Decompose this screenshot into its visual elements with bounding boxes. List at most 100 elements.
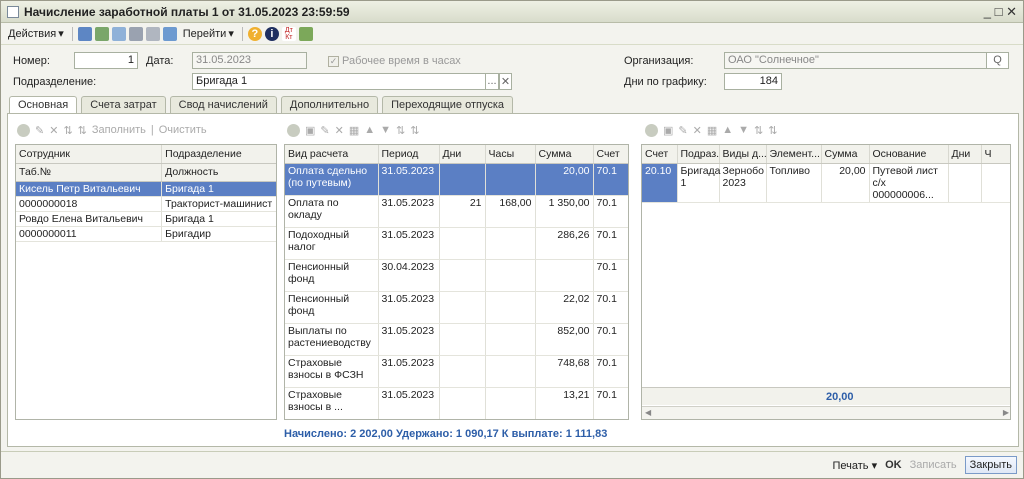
sort-desc-icon[interactable]: ⇅ xyxy=(768,124,777,137)
window-controls[interactable]: _ □ ✕ xyxy=(984,4,1017,20)
delete-icon[interactable]: ✕ xyxy=(49,124,58,137)
cell-calc-type: Страховые взносы в ... xyxy=(285,387,379,419)
dept-clear-button[interactable]: ✕ xyxy=(499,73,512,90)
cell-hours: 168,00 xyxy=(485,195,536,228)
number-field[interactable]: 1 xyxy=(74,52,138,69)
ok-button[interactable]: OK xyxy=(885,459,902,471)
costs-grid[interactable]: Счет Подраз... Виды д... Элемент... Сумм… xyxy=(641,144,1011,420)
col-hours[interactable]: Часы xyxy=(485,145,536,164)
save-icon[interactable] xyxy=(77,26,92,41)
table-row[interactable]: Пенсионный фонд 31.05.2023 22,02 70.1 xyxy=(285,291,628,324)
col-account[interactable]: Счет xyxy=(593,145,628,164)
unpost-icon[interactable] xyxy=(145,26,160,41)
edit-icon[interactable]: ✎ xyxy=(320,124,329,137)
move-up-icon[interactable]: ▲ xyxy=(722,124,733,136)
edit-icon[interactable]: ✎ xyxy=(35,124,44,137)
refresh-icon[interactable] xyxy=(111,26,126,41)
goto-menu[interactable]: Перейти ▾ xyxy=(180,27,237,41)
employees-grid[interactable]: Сотрудник Подразделение Таб.№ Должность Ки… xyxy=(15,144,277,420)
add-icon[interactable] xyxy=(287,123,300,137)
table-row[interactable]: Подоходный налог 31.05.2023 286,26 70.1 xyxy=(285,227,628,260)
sort-desc-icon[interactable]: ⇅ xyxy=(410,124,419,137)
days-field[interactable]: 184 xyxy=(724,73,782,90)
info-icon[interactable]: i xyxy=(264,26,279,41)
hours-checkbox[interactable]: ✓ Рабочее время в часах xyxy=(328,55,461,67)
delete-icon[interactable]: ✕ xyxy=(693,124,702,137)
col-days[interactable]: Дни xyxy=(948,145,982,164)
col-activity[interactable]: Виды д... xyxy=(719,145,767,164)
table-row[interactable]: Оплата сдельно (по путевым) 31.05.2023 20,… xyxy=(285,163,628,196)
add-icon[interactable] xyxy=(17,123,30,137)
post-row-icon[interactable]: ▦ xyxy=(707,124,717,137)
calc-grid[interactable]: Вид расчета Период Дни Часы Сумма Счет О… xyxy=(284,144,629,420)
col-period[interactable]: Период xyxy=(378,145,440,164)
delete-icon[interactable]: ✕ xyxy=(335,124,344,137)
table-row[interactable]: Страховые взносы в ФСЗН 31.05.2023 748,68 7… xyxy=(285,355,628,388)
sort-asc-icon[interactable]: ⇅ xyxy=(396,124,405,137)
tab-main[interactable]: Основная xyxy=(9,96,78,114)
tab-cost-accounts[interactable]: Счета затрат xyxy=(81,96,166,113)
help-icon[interactable]: ? xyxy=(247,26,262,41)
table-row[interactable]: Страховые взносы в ... 31.05.2023 13,21 70.… xyxy=(285,387,628,419)
col-hours[interactable]: Ч xyxy=(981,145,1010,164)
dt-kt-icon[interactable]: Дт Кт xyxy=(281,26,296,41)
table-row[interactable]: 0000000011 Бригадир xyxy=(16,226,276,242)
col-employee[interactable]: Сотрудник xyxy=(16,145,163,164)
col-calc-type[interactable]: Вид расчета xyxy=(285,145,379,164)
fill-button[interactable]: Заполнить xyxy=(92,124,146,136)
col-department[interactable]: Подразделение xyxy=(161,145,276,164)
dept-field[interactable]: Бригада 1 xyxy=(192,73,512,90)
add-icon[interactable] xyxy=(645,123,658,137)
cell-subdivision: Бригада 1 xyxy=(677,163,721,203)
tab-additional[interactable]: Дополнительно xyxy=(280,96,379,113)
report-icon[interactable] xyxy=(298,26,313,41)
cell-hours xyxy=(981,163,1010,203)
close-button[interactable]: Закрыть xyxy=(964,456,1017,474)
table-row[interactable]: Кисель Петр Витальевич Бригада 1 xyxy=(16,181,276,197)
print-menu[interactable]: Печать ▾ xyxy=(832,459,877,472)
date-field[interactable]: 31.05.2023 xyxy=(192,52,307,69)
move-down-icon[interactable]: ▼ xyxy=(738,124,749,136)
col-subdivision[interactable]: Подраз... xyxy=(677,145,720,164)
move-up-icon[interactable]: ▲ xyxy=(364,124,375,136)
org-field[interactable]: ОАО "Солнечное" xyxy=(724,52,1009,69)
table-row[interactable]: Оплата по окладу 31.05.2023 21 168,00 1 350,… xyxy=(285,195,628,228)
col-amount[interactable]: Сумма xyxy=(821,145,870,164)
save-button[interactable]: Записать xyxy=(910,459,957,471)
col-position[interactable]: Должность xyxy=(161,163,276,182)
edit-icon[interactable]: ✎ xyxy=(678,124,687,137)
scroll-left-icon[interactable]: ◀ xyxy=(645,408,651,417)
col-days[interactable]: Дни xyxy=(439,145,486,164)
post-row-icon[interactable]: ▦ xyxy=(349,124,359,137)
copy-icon[interactable] xyxy=(94,26,109,41)
tab-carryover-vacations[interactable]: Переходящие отпуска xyxy=(382,96,513,113)
table-row[interactable]: 20.10 Бригада 1 Зернобо 2023 Топливо 20,… xyxy=(642,163,1010,203)
org-search-button[interactable]: Q xyxy=(986,52,1009,69)
table-row[interactable]: Пенсионный фонд 30.04.2023 70.1 xyxy=(285,259,628,292)
post-icon[interactable] xyxy=(128,26,143,41)
copy-row-icon[interactable]: ▣ xyxy=(305,124,315,137)
copy-row-icon[interactable]: ▣ xyxy=(663,124,673,137)
table-row[interactable]: 0000000018 Тракторист-машинист xyxy=(16,196,276,212)
scroll-right-icon[interactable]: ▶ xyxy=(1003,408,1009,417)
clear-button[interactable]: Очистить xyxy=(159,124,207,136)
col-basis[interactable]: Основание xyxy=(869,145,949,164)
col-element[interactable]: Элемент... xyxy=(766,145,822,164)
cell-calc-type: Оплата по окладу xyxy=(285,195,379,228)
tab-accruals-summary[interactable]: Свод начислений xyxy=(169,96,277,113)
col-account[interactable]: Счет xyxy=(642,145,678,164)
horizontal-scrollbar[interactable]: ◀ ▶ xyxy=(642,406,1010,419)
actions-menu[interactable]: Действия ▾ xyxy=(5,27,67,41)
col-amount[interactable]: Сумма xyxy=(535,145,594,164)
toolbar: Действия ▾ Перейти ▾ ? i Дт Кт xyxy=(1,23,1023,45)
table-row[interactable]: Выплаты по растениеводству 31.05.2023 852,… xyxy=(285,323,628,356)
based-on-icon[interactable] xyxy=(162,26,177,41)
move-down-icon[interactable]: ▼ xyxy=(380,124,391,136)
col-tab-number[interactable]: Таб.№ xyxy=(16,163,163,182)
table-row[interactable]: Ровдо Елена Витальевич Бригада 1 xyxy=(16,211,276,227)
toolbar-divider: | xyxy=(150,124,154,136)
sort-asc-icon[interactable]: ⇅ xyxy=(63,124,72,137)
dept-select-button[interactable]: ... xyxy=(485,73,499,90)
sort-asc-icon[interactable]: ⇅ xyxy=(754,124,763,137)
sort-desc-icon[interactable]: ⇅ xyxy=(78,124,87,137)
